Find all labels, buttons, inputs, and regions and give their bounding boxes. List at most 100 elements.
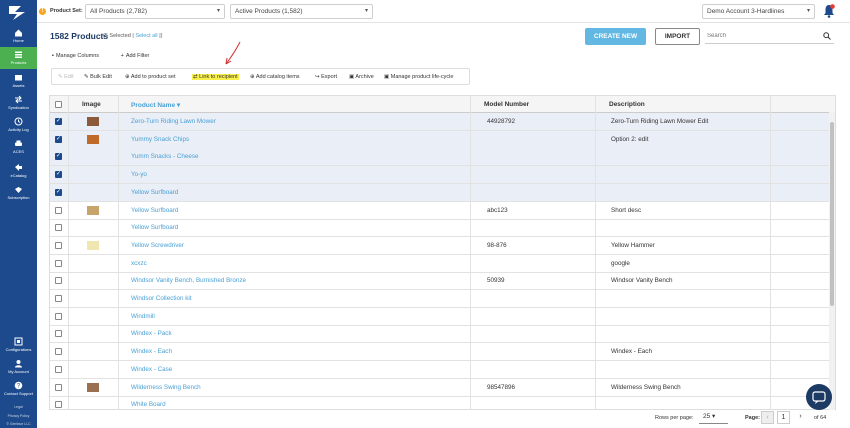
table-row[interactable]: Windex - Each Windex - Each <box>50 343 830 362</box>
notification-bell-icon[interactable] <box>823 4 835 18</box>
row-checkbox[interactable] <box>55 348 62 356</box>
edit-button[interactable]: ✎ Edit <box>58 74 74 80</box>
legal-link[interactable]: Legal <box>0 405 37 409</box>
row-checkbox[interactable] <box>55 241 62 249</box>
sidebar-item-activity-log[interactable]: Activity Log <box>0 114 37 136</box>
manage-columns-button[interactable]: ▪ Manage Columns <box>52 53 111 59</box>
row-checkbox[interactable] <box>55 135 62 143</box>
sidebar-item-subscription[interactable]: Subscription <box>0 182 37 204</box>
product-name-link[interactable]: Windex - Case <box>131 366 172 373</box>
product-name-link[interactable]: Windmill <box>131 313 155 320</box>
sidebar-item-configurations[interactable]: Configurations <box>0 334 37 356</box>
privacy-policy-link[interactable]: Privacy Policy <box>0 414 37 418</box>
table-row[interactable]: Wilderness Swing Bench 98547896 Wilderness… <box>50 379 830 397</box>
next-page-button[interactable]: › <box>794 411 807 424</box>
archive-button[interactable]: ▣ Archive <box>349 74 374 80</box>
row-checkbox[interactable] <box>55 365 62 373</box>
table-row[interactable]: Yellow Surfboard <box>50 183 830 202</box>
table-row[interactable]: Zero-Turn Riding Lawn Mower 44928792 Zero-… <box>50 113 830 131</box>
description-cell: google <box>611 259 630 267</box>
bulk-edit-button[interactable]: ✎ Bulk Edit <box>84 74 112 80</box>
ecatalog-icon <box>15 164 22 171</box>
table-row[interactable]: Windmill <box>50 308 830 326</box>
manage-lifecycle-button[interactable]: ▣ Manage product life-cycle <box>384 74 453 80</box>
product-name-link[interactable]: Windex - Pack <box>131 330 172 337</box>
sidebar-item-my-account[interactable]: My Account <box>0 356 37 378</box>
status-select[interactable]: Active Products (1,582) ▾ <box>230 4 373 19</box>
table-row[interactable]: Windsor Collection kit <box>50 290 830 308</box>
table-row[interactable]: White Board <box>50 396 830 409</box>
sidebar-item-label: Subscription <box>7 195 30 200</box>
sidebar-item-label: Contact Support <box>4 391 33 396</box>
table-row[interactable]: Yo-yo <box>50 166 830 185</box>
chat-support-button[interactable] <box>806 384 832 410</box>
row-checkbox[interactable] <box>55 277 62 285</box>
table-row[interactable]: Yumm Snacks - Cheese <box>50 148 830 167</box>
table-row[interactable]: Yellow Surfboard abc123 Short desc <box>50 202 830 220</box>
table-row[interactable]: Yummy Snack Chips Option 2: edit <box>50 130 830 149</box>
add-to-product-set-button[interactable]: ⊕ Add to product set <box>125 74 175 80</box>
sidebar-item-ecatalog[interactable]: eCatalog <box>0 160 37 182</box>
product-name-link[interactable]: Yellow Surfboard <box>131 224 178 231</box>
account-select[interactable]: Demo Account 3-Hardlines ▾ <box>702 4 815 19</box>
row-checkbox[interactable] <box>55 295 62 302</box>
product-name-link[interactable]: xcxzc <box>131 260 147 267</box>
table-row[interactable]: Windex - Case <box>50 361 830 379</box>
model-number-cell: 44928792 <box>487 118 516 125</box>
product-name-link[interactable]: Yo-yo <box>131 171 147 178</box>
product-name-link[interactable]: Yumm Snacks - Cheese <box>131 153 199 160</box>
search-input[interactable] <box>705 29 834 44</box>
sidebar-item-home[interactable]: Home <box>0 25 37 47</box>
product-name-link[interactable]: Yellow Screwdriver <box>131 242 184 249</box>
sidebar-item-assets[interactable]: Assets <box>0 70 37 92</box>
link-to-recipient-button[interactable]: ⇄ Link to recipient <box>192 74 239 80</box>
create-new-button[interactable]: CREATE NEW <box>585 28 646 45</box>
import-button[interactable]: IMPORT <box>655 28 700 45</box>
product-name-link[interactable]: Wilderness Swing Bench <box>131 384 201 391</box>
chevron-down-icon: ▾ <box>806 8 810 14</box>
row-checkbox[interactable] <box>55 224 62 232</box>
export-button[interactable]: ↪ Export <box>315 74 337 80</box>
product-name-link[interactable]: Yellow Surfboard <box>131 207 178 214</box>
table-row[interactable]: Windsor Vanity Bench, Burnished Bronze 50… <box>50 272 830 291</box>
select-all-link[interactable]: Select all <box>135 33 157 39</box>
product-name-link[interactable]: Windsor Vanity Bench, Burnished Bronze <box>131 277 246 284</box>
rows-per-page-select[interactable]: 25 ▾ <box>699 411 728 424</box>
row-checkbox[interactable] <box>55 312 62 320</box>
sidebar-item-label: My Account <box>8 369 29 374</box>
sidebar-item-contact-support[interactable]: ? Contact Support <box>0 378 37 400</box>
table-row[interactable]: Yellow Screwdriver 98-876 Yellow Hammer <box>50 237 830 255</box>
table-scrollbar-thumb[interactable] <box>830 122 834 306</box>
row-checkbox[interactable] <box>55 401 62 409</box>
prev-page-button[interactable]: ‹ <box>761 411 774 424</box>
row-checkbox[interactable] <box>55 330 62 338</box>
product-thumbnail <box>87 134 99 144</box>
page-number-input[interactable]: 1 <box>777 411 790 424</box>
row-checkbox[interactable] <box>55 206 62 214</box>
row-checkbox[interactable] <box>55 170 62 179</box>
product-set-select[interactable]: All Products (2,782) ▾ <box>85 4 225 19</box>
product-name-link[interactable]: White Board <box>131 401 166 408</box>
add-catalog-items-label: Add catalog items <box>255 74 300 80</box>
product-name-link[interactable]: Windsor Collection kit <box>131 295 192 302</box>
column-header-product-name[interactable]: Product Name ▾ <box>131 101 180 109</box>
row-checkbox[interactable] <box>55 188 62 196</box>
table-row[interactable]: xcxzc google <box>50 255 830 273</box>
product-name-link[interactable]: Yellow Surfboard <box>131 189 178 196</box>
add-filter-button[interactable]: + Add Filter <box>121 53 160 59</box>
sidebar-item-products[interactable]: Products <box>0 47 37 69</box>
search-icon[interactable] <box>823 32 831 40</box>
row-checkbox[interactable] <box>55 152 62 161</box>
table-row[interactable]: Windex - Pack <box>50 325 830 344</box>
table-row[interactable]: Yellow Surfboard <box>50 219 830 238</box>
sidebar-item-aces[interactable]: ACES <box>0 136 37 158</box>
product-name-link[interactable]: Zero-Turn Riding Lawn Mower <box>131 118 216 125</box>
sidebar-item-syndication[interactable]: Syndication <box>0 92 37 114</box>
add-catalog-items-button[interactable]: ⊕ Add catalog items <box>250 74 300 80</box>
select-all-checkbox[interactable] <box>55 101 62 108</box>
row-checkbox[interactable] <box>55 383 62 391</box>
product-name-link[interactable]: Yummy Snack Chips <box>131 136 189 143</box>
product-name-link[interactable]: Windex - Each <box>131 348 172 355</box>
row-checkbox[interactable] <box>55 117 62 125</box>
row-checkbox[interactable] <box>55 259 62 267</box>
